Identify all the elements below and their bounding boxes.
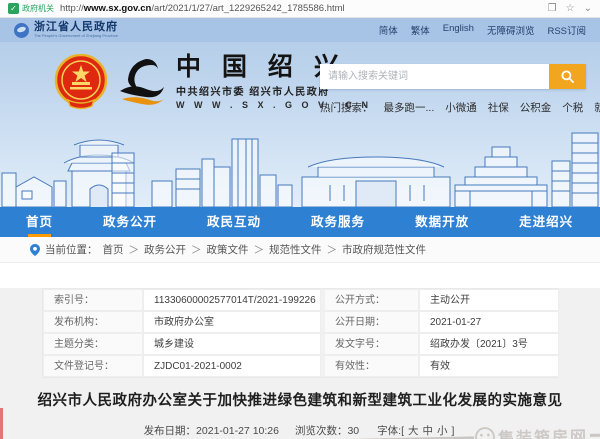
url-field[interactable]: http://www.sx.gov.cn/art/2021/1/27/art_1…: [60, 3, 345, 14]
meta-label-doc-number: 发文字号：: [321, 333, 419, 355]
crumb-normative-files[interactable]: 规范性文件: [269, 242, 322, 257]
nav-open-data[interactable]: 数据开放: [415, 207, 469, 237]
meta-label-issuer: 发布机构：: [43, 311, 143, 333]
nav-about-shaoxing[interactable]: 走进绍兴: [519, 207, 573, 237]
site-search: [320, 64, 586, 89]
meta-value-validity: 有效: [419, 355, 559, 377]
hot-link-zuiduopao[interactable]: 最多跑一...: [384, 100, 435, 115]
nav-interaction[interactable]: 政民互动: [207, 207, 261, 237]
article-meta-row: 发布日期：2021-01-27 10:26 浏览次数：30 字体:[ 大中小]: [0, 423, 600, 438]
gov-badge-label: 政府机关: [22, 3, 54, 14]
city-skyline-illustration: [0, 125, 600, 207]
hot-search-label: 热门搜索：: [320, 100, 373, 115]
location-pin-icon: [30, 244, 40, 256]
link-simplified[interactable]: 简体: [379, 23, 398, 37]
link-english[interactable]: English: [443, 23, 474, 37]
meta-label-open-date: 公开日期：: [321, 311, 419, 333]
nav-gov-disclosure[interactable]: 政务公开: [103, 207, 157, 237]
main-nav: 首页 政务公开 政民互动 政务服务 数据开放 走进绍兴: [0, 207, 600, 237]
gov-badge-icon: ✓: [8, 3, 19, 14]
gov-site-badge: ✓ 政府机关: [8, 3, 54, 14]
browser-address-bar: ✓ 政府机关 http://www.sx.gov.cn/art/2021/1/2…: [0, 0, 600, 18]
hot-link-jiuye[interactable]: 就业: [594, 100, 600, 115]
document-meta-table: 索引号： 11330600002577014T/2021-199226 公开方式…: [42, 288, 558, 378]
url-path: /art/2021/1/27/art_1229265242_1785586.ht…: [151, 3, 344, 14]
page: ✓ 政府机关 http://www.sx.gov.cn/art/2021/1/2…: [0, 0, 600, 439]
meta-label-open-type: 公开方式：: [321, 289, 419, 311]
province-topbar: 浙江省人民政府 The People's Government of Zheji…: [0, 18, 600, 42]
search-icon: [561, 70, 574, 83]
shaoxing-boat-logo-icon: [116, 57, 168, 107]
meta-value-topic: 城乡建设: [143, 333, 321, 355]
search-button[interactable]: [549, 64, 586, 89]
meta-label-registration: 文件登记号：: [43, 355, 143, 377]
language-links: 简体 繁体 English 无障碍浏览 RSS订阅: [379, 23, 586, 37]
breadcrumb-label: 当前位置：: [45, 242, 98, 257]
breadcrumb: 当前位置： 首页 ＞ 政务公开 ＞ 政策文件 ＞ 规范性文件 ＞ 市政府规范性文…: [0, 237, 600, 263]
hot-link-xiaoweitong[interactable]: 小微通: [445, 100, 477, 115]
publish-date: 发布日期：2021-01-27 10:26: [144, 423, 279, 438]
national-emblem-icon: [54, 54, 108, 112]
crumb-home[interactable]: 首页: [103, 242, 124, 257]
site-header: 中 国 绍 兴 中共绍兴市委 绍兴市人民政府 W W W . S X . G O…: [0, 42, 600, 207]
hot-link-shebao[interactable]: 社保: [488, 100, 509, 115]
meta-label-validity: 有效性：: [321, 355, 419, 377]
nav-home[interactable]: 首页: [26, 207, 53, 237]
font-size-label-end: ]: [452, 425, 455, 437]
font-size-label: 字体:[: [377, 425, 404, 437]
article-area: 索引号： 11330600002577014T/2021-199226 公开方式…: [0, 288, 600, 439]
meta-value-index: 11330600002577014T/2021-199226: [143, 289, 321, 311]
font-size-medium[interactable]: 中: [423, 425, 434, 437]
meta-value-issuer: 市政府办公室: [143, 311, 321, 333]
crumb-gov-disclosure[interactable]: 政务公开: [144, 242, 186, 257]
url-prefix: http://: [60, 3, 84, 14]
font-size-small[interactable]: 小: [437, 425, 448, 437]
url-domain: www.sx.gov.cn: [84, 3, 152, 14]
meta-label-index: 索引号：: [43, 289, 143, 311]
meta-label-topic: 主题分类：: [43, 333, 143, 355]
font-size-large[interactable]: 大: [408, 425, 419, 437]
article-title: 绍兴市人民政府办公室关于加快推进绿色建筑和新型建筑工业化发展的实施意见: [0, 389, 600, 410]
left-edge-artifact: [0, 408, 3, 439]
meta-value-doc-number: 绍政办发〔2021〕3号: [419, 333, 559, 355]
province-site-name[interactable]: 浙江省人民政府: [34, 22, 118, 33]
chevron-down-icon[interactable]: ⌄: [584, 3, 592, 14]
search-input[interactable]: [320, 64, 549, 89]
meta-value-registration: ZJDC01-2021-0002: [143, 355, 321, 377]
zhejiang-gov-logo-icon: [14, 23, 29, 38]
link-rss[interactable]: RSS订阅: [547, 23, 586, 37]
share-page-icon[interactable]: ❐: [548, 3, 557, 14]
nav-services[interactable]: 政务服务: [311, 207, 365, 237]
province-site-subtitle: The People's Government of Zhejiang Prov…: [34, 34, 118, 38]
hot-search-row: 热门搜索： 最多跑一... 小微通 社保 公积金 个税 就业: [320, 100, 586, 115]
hot-link-geshui[interactable]: 个税: [562, 100, 583, 115]
crumb-city-gov-normative[interactable]: 市政府规范性文件: [342, 242, 426, 257]
view-count: 浏览次数：30: [295, 423, 359, 438]
font-size-switcher: 字体:[ 大中小]: [375, 423, 456, 438]
link-accessibility[interactable]: 无障碍浏览: [487, 23, 535, 37]
link-traditional[interactable]: 繁体: [411, 23, 430, 37]
crumb-policy-files[interactable]: 政策文件: [207, 242, 249, 257]
bookmark-star-icon[interactable]: ☆: [566, 3, 575, 14]
hot-link-gongjijin[interactable]: 公积金: [520, 100, 552, 115]
meta-value-open-date: 2021-01-27: [419, 311, 559, 333]
meta-value-open-type: 主动公开: [419, 289, 559, 311]
